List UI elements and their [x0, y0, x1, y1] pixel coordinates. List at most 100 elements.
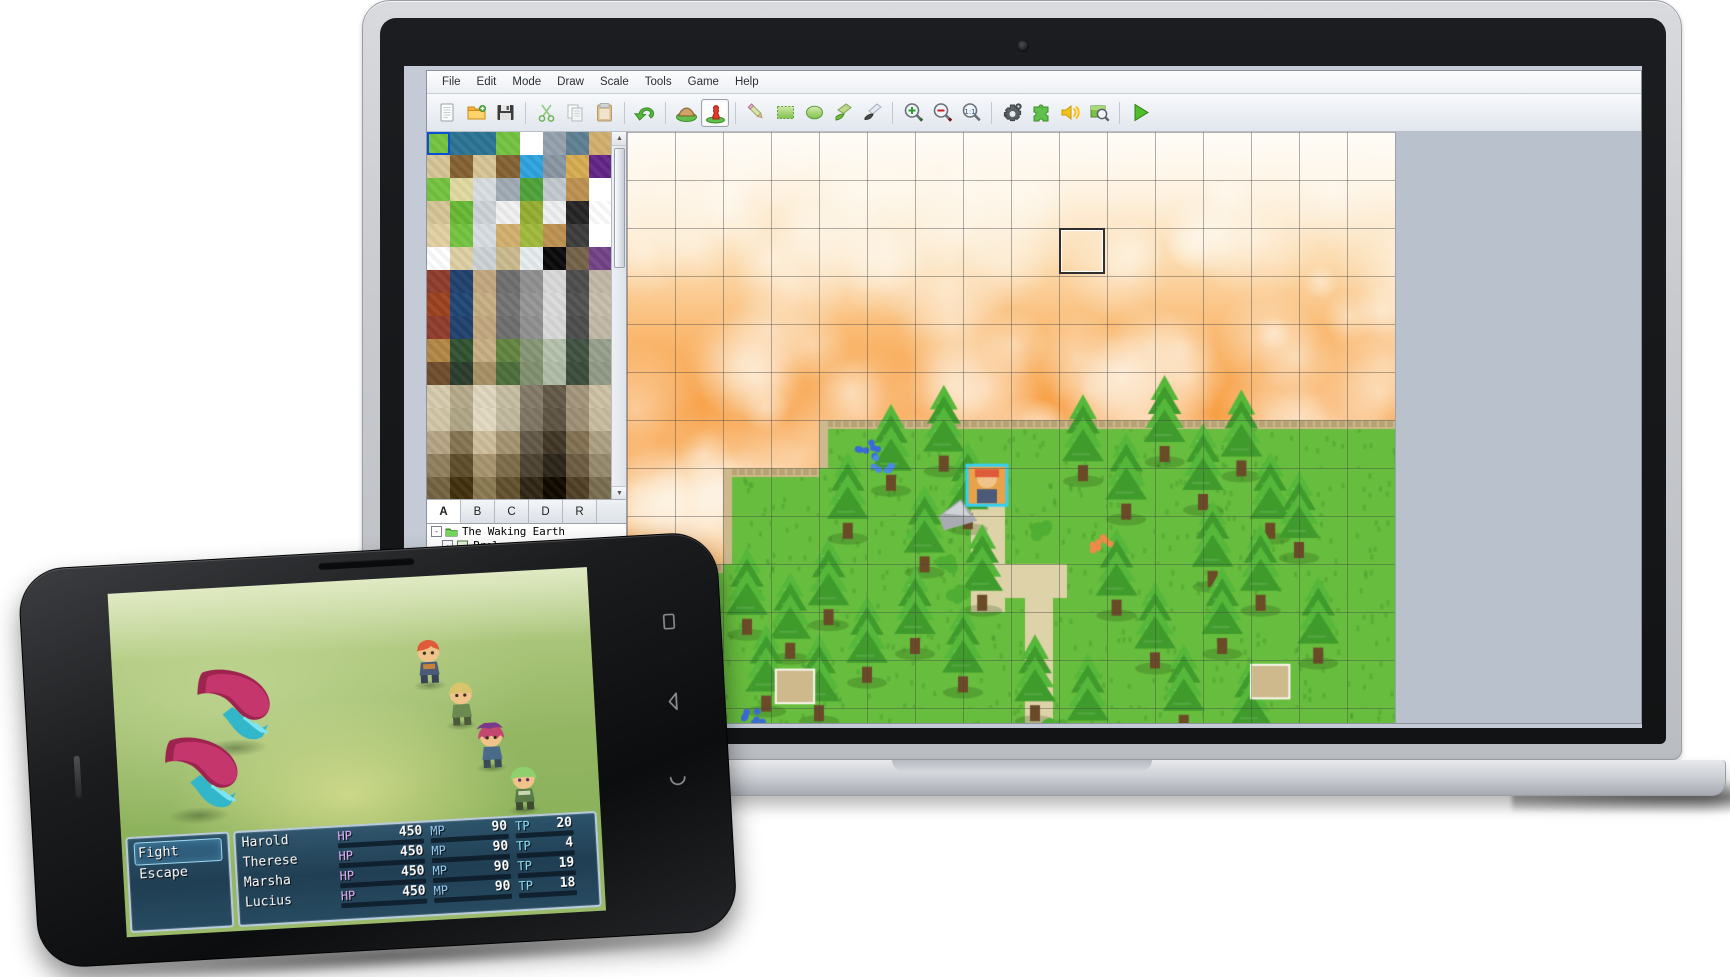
tileset-cell[interactable]	[542, 201, 566, 224]
tileset-cell[interactable]	[450, 339, 474, 362]
tileset-cell[interactable]	[565, 178, 589, 201]
tileset-cell[interactable]	[542, 408, 566, 431]
tileset-cell[interactable]	[473, 155, 497, 178]
tileset-cell[interactable]	[588, 316, 612, 339]
tileset-cell[interactable]	[450, 477, 474, 499]
tileset-cell[interactable]	[565, 316, 589, 339]
new-project-icon[interactable]	[433, 99, 461, 127]
sound-test-icon[interactable]	[1056, 99, 1084, 127]
tileset-cell[interactable]	[427, 132, 451, 155]
undo-icon[interactable]	[631, 99, 659, 127]
tileset-cell[interactable]	[565, 454, 589, 477]
tileset-cell[interactable]	[473, 362, 497, 385]
tileset-cell[interactable]	[565, 293, 589, 316]
tileset-cell[interactable]	[450, 385, 474, 408]
tileset-cell[interactable]	[588, 339, 612, 362]
shadow-pen-tool-icon[interactable]	[858, 99, 886, 127]
tileset-cell[interactable]	[565, 270, 589, 293]
tileset-cell[interactable]	[542, 224, 566, 247]
tileset-cell[interactable]	[427, 408, 451, 431]
tileset-cell[interactable]	[519, 224, 543, 247]
tileset-cell[interactable]	[565, 201, 589, 224]
tileset-cell[interactable]	[542, 270, 566, 293]
tileset-cell[interactable]	[588, 408, 612, 431]
paste-icon[interactable]	[590, 99, 618, 127]
scroll-down-icon[interactable]: ▼	[612, 486, 626, 499]
tileset-cell[interactable]	[473, 431, 497, 454]
tileset-cell[interactable]	[473, 178, 497, 201]
map-canvas[interactable]	[627, 132, 1417, 723]
scroll-up-icon[interactable]: ▲	[612, 132, 626, 146]
tileset-cell[interactable]	[427, 362, 451, 385]
tileset-cell[interactable]	[542, 454, 566, 477]
tileset-cell[interactable]	[588, 224, 612, 247]
tileset-cell[interactable]	[427, 454, 451, 477]
tileset-cell[interactable]	[588, 270, 612, 293]
tileset-cell[interactable]	[427, 431, 451, 454]
tileset-tab-r[interactable]: R	[563, 500, 597, 523]
tileset-cell[interactable]	[565, 362, 589, 385]
tileset-cell[interactable]	[496, 270, 520, 293]
tileset-scrollbar[interactable]: ▲ ▼	[611, 132, 626, 499]
tileset-cell[interactable]	[496, 431, 520, 454]
tileset-cell[interactable]	[450, 431, 474, 454]
tileset-cell[interactable]	[519, 431, 543, 454]
tileset-cell[interactable]	[473, 385, 497, 408]
tileset-cell[interactable]	[519, 408, 543, 431]
tileset-cell[interactable]	[496, 477, 520, 499]
tileset-cell[interactable]	[565, 477, 589, 499]
event-mode-icon[interactable]	[701, 98, 729, 127]
tileset-cell[interactable]	[519, 155, 543, 178]
tileset-cell[interactable]	[588, 201, 612, 224]
tileset-cell[interactable]	[519, 293, 543, 316]
zoom-actual-icon[interactable]: 1:1	[957, 99, 985, 127]
copy-icon[interactable]	[561, 99, 589, 127]
home-button[interactable]	[660, 763, 696, 799]
tileset-cell[interactable]	[565, 247, 589, 270]
menu-item-draw[interactable]: Draw	[550, 74, 591, 90]
tileset-cell[interactable]	[473, 408, 497, 431]
tileset-cell[interactable]	[427, 155, 451, 178]
tileset-cell[interactable]	[542, 132, 566, 155]
menu-item-tools[interactable]: Tools	[638, 74, 679, 90]
tileset-cell[interactable]	[588, 362, 612, 385]
tileset-cell[interactable]	[496, 178, 520, 201]
save-project-icon[interactable]	[491, 99, 519, 127]
tileset-cell[interactable]	[496, 339, 520, 362]
tileset-cell[interactable]	[450, 316, 474, 339]
actor-sprite-lucius[interactable]	[504, 764, 545, 817]
tileset-cell[interactable]	[565, 339, 589, 362]
tileset-cell[interactable]	[473, 316, 497, 339]
tileset-cell[interactable]	[450, 454, 474, 477]
tileset-cell[interactable]	[450, 178, 474, 201]
tileset-cell[interactable]	[473, 247, 497, 270]
back-button[interactable]	[656, 684, 692, 720]
tileset-cell[interactable]	[496, 454, 520, 477]
tileset-cell[interactable]	[450, 293, 474, 316]
tileset-cell[interactable]	[588, 431, 612, 454]
playtest-icon[interactable]	[1126, 99, 1154, 127]
tileset-cell[interactable]	[588, 155, 612, 178]
collapse-icon[interactable]: -	[431, 525, 442, 537]
tileset-cell[interactable]	[519, 316, 543, 339]
tileset-cell[interactable]	[450, 132, 474, 155]
tileset-cell[interactable]	[588, 477, 612, 499]
zoom-out-icon[interactable]	[928, 99, 956, 127]
menu-item-game[interactable]: Game	[681, 74, 726, 90]
tileset-cell[interactable]	[473, 132, 497, 155]
tileset-cell[interactable]	[542, 385, 566, 408]
flood-fill-tool-icon[interactable]	[829, 99, 857, 127]
tileset-cell[interactable]	[427, 316, 451, 339]
tileset-cell[interactable]	[542, 477, 566, 499]
tileset-cell[interactable]	[519, 247, 543, 270]
tileset-cell[interactable]	[496, 224, 520, 247]
tileset-cell[interactable]	[565, 408, 589, 431]
menu-item-help[interactable]: Help	[728, 74, 766, 90]
tileset-cell[interactable]	[496, 132, 520, 155]
zoom-in-icon[interactable]	[899, 99, 927, 127]
menu-item-edit[interactable]: Edit	[470, 74, 504, 90]
tileset-cell[interactable]	[542, 178, 566, 201]
tileset-cell[interactable]	[473, 339, 497, 362]
tileset-cell[interactable]	[496, 293, 520, 316]
tileset-cell[interactable]	[496, 201, 520, 224]
